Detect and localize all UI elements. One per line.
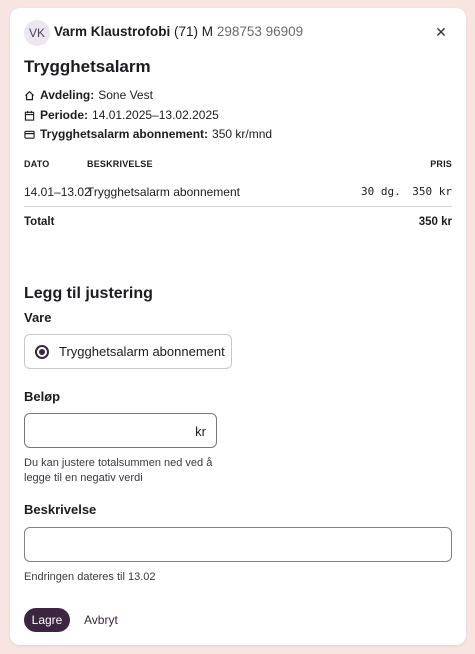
amount-suffix: kr [195,424,206,439]
patient-name: Varm Klaustrofobi [54,24,171,39]
subscription-row: Trygghetsalarm abonnement: 350 kr/mnd [24,127,272,141]
column-header-date: DATO [24,159,50,169]
column-header-description: BESKRIVELSE [87,159,153,169]
save-button[interactable]: Lagre [24,608,70,632]
patient-age-gender: (71) M [174,24,214,39]
description-label: Beskrivelse [24,502,97,517]
amount-field[interactable]: kr [24,413,217,448]
cancel-button[interactable]: Avbryt [84,613,118,627]
item-label: Vare [24,310,52,325]
description-field[interactable] [24,527,452,562]
row-description: Trygghetsalarm abonnement [87,185,240,199]
radio-selected-icon[interactable] [35,344,49,359]
patient-header: Varm Klaustrofobi (71) M 298753 96909 [54,24,303,39]
row-price: 350 kr [412,185,452,198]
department-value: Sone Vest [98,88,153,102]
avatar: VK [24,20,50,46]
page-title: Trygghetsalarm [24,57,151,76]
row-date: 14.01–13.02 [24,185,91,199]
description-input[interactable] [33,536,443,554]
adjustment-section-title: Legg til justering [24,285,153,302]
department-row: Avdeling: Sone Vest [24,88,153,102]
row-quantity: 30 dg. [361,185,401,198]
item-radio-option[interactable]: Trygghetsalarm abonnement [24,334,232,369]
department-label: Avdeling: [40,88,95,102]
amount-helper-text: Du kan justere totalsummen ned ved å leg… [24,457,213,484]
calendar-icon [24,110,35,121]
patient-id: 298753 96909 [216,24,304,39]
amount-input[interactable] [33,422,183,440]
date-note: Endringen dateres til 13.02 [24,571,156,583]
close-icon[interactable]: ✕ [434,24,448,40]
subscription-value: 350 kr/mnd [212,127,273,141]
amount-label: Beløp [24,389,61,404]
period-label: Periode: [40,108,89,122]
total-label: Totalt [24,216,55,228]
subscription-label: Trygghetsalarm abonnement: [40,127,209,141]
table-divider [24,206,452,207]
total-value: 350 kr [418,216,452,228]
period-row: Periode: 14.01.2025–13.02.2025 [24,108,219,122]
invoice-dialog: VK Varm Klaustrofobi (71) M 298753 96909… [10,8,466,645]
item-option-label: Trygghetsalarm abonnement [59,344,225,359]
credit-card-icon [24,130,35,139]
home-icon [24,90,35,100]
column-header-price: PRIS [430,159,452,169]
period-value: 14.01.2025–13.02.2025 [92,108,219,122]
